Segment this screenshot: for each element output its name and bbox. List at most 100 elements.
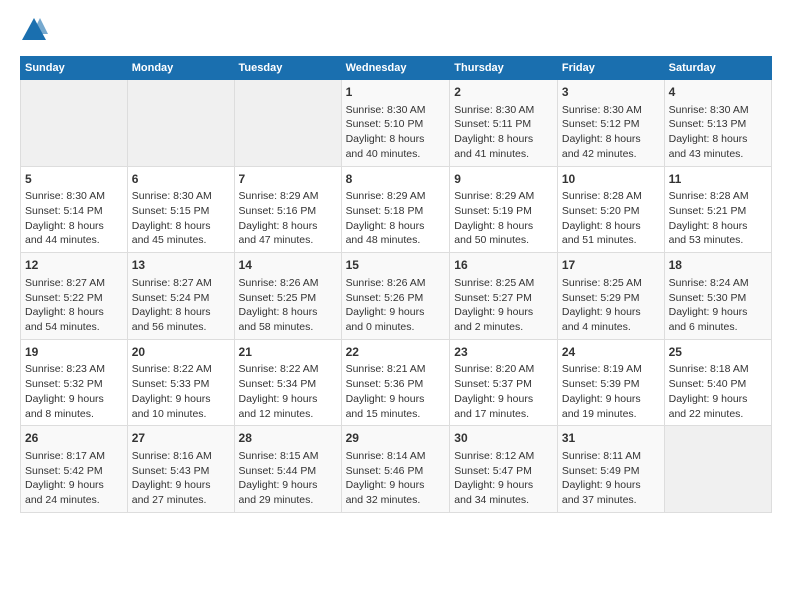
- day-info: Sunrise: 8:14 AM: [346, 449, 446, 464]
- day-number: 12: [25, 257, 123, 274]
- calendar-cell: 26Sunrise: 8:17 AMSunset: 5:42 PMDayligh…: [21, 426, 128, 513]
- day-info: Sunset: 5:16 PM: [239, 204, 337, 219]
- day-info: and 27 minutes.: [132, 493, 230, 508]
- day-info: Sunset: 5:10 PM: [346, 117, 446, 132]
- day-info: Daylight: 8 hours: [669, 132, 767, 147]
- calendar-cell: 10Sunrise: 8:28 AMSunset: 5:20 PMDayligh…: [557, 166, 664, 253]
- day-info: and 19 minutes.: [562, 407, 660, 422]
- calendar-cell: 5Sunrise: 8:30 AMSunset: 5:14 PMDaylight…: [21, 166, 128, 253]
- calendar-table: SundayMondayTuesdayWednesdayThursdayFrid…: [20, 56, 772, 513]
- calendar-cell: 3Sunrise: 8:30 AMSunset: 5:12 PMDaylight…: [557, 80, 664, 167]
- calendar-week-row: 26Sunrise: 8:17 AMSunset: 5:42 PMDayligh…: [21, 426, 772, 513]
- day-info: and 42 minutes.: [562, 147, 660, 162]
- day-info: and 15 minutes.: [346, 407, 446, 422]
- weekday-header-wednesday: Wednesday: [341, 57, 450, 80]
- day-info: and 12 minutes.: [239, 407, 337, 422]
- day-info: Daylight: 9 hours: [132, 478, 230, 493]
- day-info: Sunset: 5:47 PM: [454, 464, 553, 479]
- day-info: Daylight: 8 hours: [132, 305, 230, 320]
- day-info: Sunset: 5:19 PM: [454, 204, 553, 219]
- day-info: and 51 minutes.: [562, 233, 660, 248]
- day-number: 26: [25, 430, 123, 447]
- day-info: and 44 minutes.: [25, 233, 123, 248]
- day-number: 25: [669, 344, 767, 361]
- day-info: and 32 minutes.: [346, 493, 446, 508]
- day-info: Daylight: 8 hours: [562, 132, 660, 147]
- day-info: Sunrise: 8:30 AM: [669, 103, 767, 118]
- day-info: Daylight: 9 hours: [562, 392, 660, 407]
- calendar-cell: 27Sunrise: 8:16 AMSunset: 5:43 PMDayligh…: [127, 426, 234, 513]
- day-info: Daylight: 9 hours: [454, 305, 553, 320]
- weekday-header-sunday: Sunday: [21, 57, 128, 80]
- calendar-cell: 17Sunrise: 8:25 AMSunset: 5:29 PMDayligh…: [557, 253, 664, 340]
- calendar-cell: [234, 80, 341, 167]
- day-info: and 29 minutes.: [239, 493, 337, 508]
- calendar-cell: 4Sunrise: 8:30 AMSunset: 5:13 PMDaylight…: [664, 80, 771, 167]
- calendar-cell: 24Sunrise: 8:19 AMSunset: 5:39 PMDayligh…: [557, 339, 664, 426]
- day-info: and 40 minutes.: [346, 147, 446, 162]
- day-info: Daylight: 9 hours: [239, 478, 337, 493]
- day-info: Sunset: 5:14 PM: [25, 204, 123, 219]
- day-info: Sunset: 5:25 PM: [239, 291, 337, 306]
- day-info: and 24 minutes.: [25, 493, 123, 508]
- day-number: 29: [346, 430, 446, 447]
- day-info: Sunset: 5:29 PM: [562, 291, 660, 306]
- day-number: 28: [239, 430, 337, 447]
- day-info: Sunrise: 8:29 AM: [346, 189, 446, 204]
- day-info: Sunset: 5:27 PM: [454, 291, 553, 306]
- day-info: Daylight: 8 hours: [132, 219, 230, 234]
- day-number: 4: [669, 84, 767, 101]
- calendar-cell: 14Sunrise: 8:26 AMSunset: 5:25 PMDayligh…: [234, 253, 341, 340]
- calendar-week-row: 5Sunrise: 8:30 AMSunset: 5:14 PMDaylight…: [21, 166, 772, 253]
- calendar-cell: 8Sunrise: 8:29 AMSunset: 5:18 PMDaylight…: [341, 166, 450, 253]
- day-info: and 10 minutes.: [132, 407, 230, 422]
- day-info: Sunset: 5:11 PM: [454, 117, 553, 132]
- day-number: 11: [669, 171, 767, 188]
- calendar-week-row: 19Sunrise: 8:23 AMSunset: 5:32 PMDayligh…: [21, 339, 772, 426]
- day-number: 9: [454, 171, 553, 188]
- day-info: Daylight: 9 hours: [669, 392, 767, 407]
- day-info: Daylight: 9 hours: [454, 392, 553, 407]
- day-info: Sunrise: 8:17 AM: [25, 449, 123, 464]
- day-info: and 54 minutes.: [25, 320, 123, 335]
- day-info: Sunset: 5:46 PM: [346, 464, 446, 479]
- day-number: 22: [346, 344, 446, 361]
- calendar-cell: 29Sunrise: 8:14 AMSunset: 5:46 PMDayligh…: [341, 426, 450, 513]
- calendar-cell: [664, 426, 771, 513]
- calendar-cell: 25Sunrise: 8:18 AMSunset: 5:40 PMDayligh…: [664, 339, 771, 426]
- day-info: Daylight: 8 hours: [25, 305, 123, 320]
- day-info: Sunrise: 8:30 AM: [346, 103, 446, 118]
- day-info: Sunrise: 8:12 AM: [454, 449, 553, 464]
- page-header: [20, 16, 772, 44]
- day-info: Sunrise: 8:28 AM: [562, 189, 660, 204]
- day-number: 16: [454, 257, 553, 274]
- day-info: and 2 minutes.: [454, 320, 553, 335]
- day-info: Sunrise: 8:27 AM: [25, 276, 123, 291]
- calendar-cell: 2Sunrise: 8:30 AMSunset: 5:11 PMDaylight…: [450, 80, 558, 167]
- calendar-cell: 21Sunrise: 8:22 AMSunset: 5:34 PMDayligh…: [234, 339, 341, 426]
- day-info: and 22 minutes.: [669, 407, 767, 422]
- calendar-cell: 9Sunrise: 8:29 AMSunset: 5:19 PMDaylight…: [450, 166, 558, 253]
- day-info: Sunrise: 8:16 AM: [132, 449, 230, 464]
- day-number: 24: [562, 344, 660, 361]
- day-number: 1: [346, 84, 446, 101]
- day-info: and 53 minutes.: [669, 233, 767, 248]
- day-info: Sunrise: 8:21 AM: [346, 362, 446, 377]
- day-number: 10: [562, 171, 660, 188]
- day-number: 21: [239, 344, 337, 361]
- day-info: Sunrise: 8:23 AM: [25, 362, 123, 377]
- calendar-cell: 12Sunrise: 8:27 AMSunset: 5:22 PMDayligh…: [21, 253, 128, 340]
- day-number: 20: [132, 344, 230, 361]
- day-info: Daylight: 9 hours: [346, 305, 446, 320]
- day-info: Sunrise: 8:30 AM: [562, 103, 660, 118]
- calendar-cell: 23Sunrise: 8:20 AMSunset: 5:37 PMDayligh…: [450, 339, 558, 426]
- day-info: Daylight: 8 hours: [25, 219, 123, 234]
- calendar-cell: 7Sunrise: 8:29 AMSunset: 5:16 PMDaylight…: [234, 166, 341, 253]
- day-info: Daylight: 8 hours: [454, 132, 553, 147]
- day-info: Sunrise: 8:19 AM: [562, 362, 660, 377]
- day-info: Sunrise: 8:18 AM: [669, 362, 767, 377]
- day-info: Daylight: 9 hours: [132, 392, 230, 407]
- calendar-week-row: 12Sunrise: 8:27 AMSunset: 5:22 PMDayligh…: [21, 253, 772, 340]
- day-info: Daylight: 9 hours: [562, 305, 660, 320]
- day-info: Sunrise: 8:25 AM: [454, 276, 553, 291]
